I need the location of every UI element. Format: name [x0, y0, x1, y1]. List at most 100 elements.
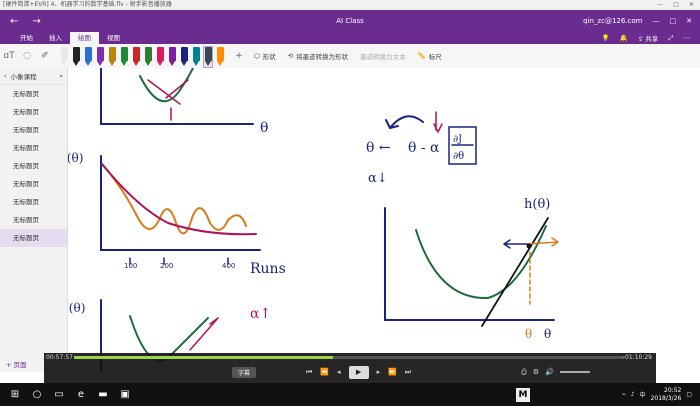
pen-tip [193, 61, 199, 66]
pen-5[interactable] [108, 47, 116, 67]
seek-bar[interactable] [74, 356, 624, 359]
edge-icon[interactable]: e [70, 389, 92, 400]
page-item[interactable]: 无标题页 [0, 229, 67, 247]
pen-tip [169, 61, 175, 66]
ink-to-text-button[interactable]: 墨迹转换为文本 [354, 51, 412, 61]
page-item[interactable]: 无标题页 [0, 121, 67, 139]
page-item[interactable]: 无标题页 [0, 157, 67, 175]
pen-tip [97, 61, 103, 66]
pen-13[interactable] [203, 46, 213, 68]
page-item[interactable]: 无标题页 [0, 139, 67, 157]
pen-gallery [60, 45, 224, 68]
chevron-left-icon[interactable]: ‹ [4, 72, 7, 80]
ime-icon[interactable]: 中 [640, 390, 646, 399]
update-theta-arrow: θ ← [366, 140, 391, 156]
minimize-button[interactable]: — [657, 0, 663, 10]
tab-view[interactable]: 视图 [99, 32, 128, 44]
pen-4[interactable] [96, 47, 104, 67]
more-icon[interactable]: ⋯ [684, 34, 691, 42]
explorer-icon[interactable]: ▬ [92, 389, 114, 400]
pen-6[interactable] [120, 47, 128, 67]
forward-button[interactable]: → [32, 16, 40, 27]
top-left-plot [100, 68, 254, 125]
lightbulb-icon[interactable]: 💡 [602, 34, 610, 42]
step-back-icon[interactable]: ◂ [337, 368, 341, 376]
rewind-icon[interactable]: ⏪ [320, 368, 329, 376]
theta-axis-label: θ [544, 327, 551, 341]
task-view-icon[interactable]: ▭ [48, 389, 70, 400]
eraser-tool-button[interactable]: ✐ [36, 51, 54, 61]
speaker-icon[interactable]: ♪ [631, 391, 635, 398]
pen-11[interactable] [180, 47, 188, 67]
note-canvas[interactable]: θ J(θ) 100 200 400 Runs J(θ) α↑ [68, 68, 700, 372]
type-tool-button[interactable]: ɑT [0, 51, 18, 61]
notebook-name: 小象课程 [10, 73, 37, 81]
search-icon[interactable]: ⌕ [59, 72, 63, 81]
forward-icon[interactable]: ⏩ [388, 368, 397, 376]
pen-12[interactable] [192, 47, 200, 67]
pen-2[interactable] [72, 47, 80, 67]
pen-tip [205, 61, 211, 66]
subtitle-button[interactable]: 字幕 [232, 366, 257, 378]
pen-7[interactable] [132, 47, 140, 67]
page-item[interactable]: 无标题页 [0, 211, 67, 229]
pen-body [192, 47, 200, 61]
expand-icon[interactable]: ⤢ [668, 34, 673, 43]
player-taskbar-icon[interactable]: M [516, 387, 530, 402]
page-item[interactable]: 无标题页 [0, 175, 67, 193]
maximize-button[interactable]: □ [673, 0, 679, 10]
search-taskbar-icon[interactable]: ○ [26, 389, 48, 400]
clock[interactable]: 20:52 2018/3/26 [651, 387, 682, 403]
convert-ink-button[interactable]: ⟲ 将墨迹转换为形状 [282, 51, 354, 61]
prev-chapter-icon[interactable]: ⏮ [306, 368, 312, 377]
page-list: 无标题页 无标题页 无标题页 无标题页 无标题页 无标题页 无标题页 无标题页 无标题页 [0, 85, 67, 247]
volume-slider[interactable] [559, 371, 590, 373]
notebook-header[interactable]: ‹ 小象课程 ⌕ [0, 68, 67, 85]
tab-insert[interactable]: 插入 [41, 32, 70, 44]
page-item[interactable]: 无标题页 [0, 193, 67, 211]
player-title: [硬件简清+EVR] 4、机器学习的数学基础.flv - 射手影音播放器 [3, 1, 172, 8]
close-app-button[interactable]: ✕ [686, 17, 692, 25]
notification-icon[interactable]: ▢ [686, 391, 692, 398]
pen-body [120, 47, 128, 61]
capture-icon[interactable]: ⎙ [521, 368, 527, 377]
settings-icon[interactable]: ⚙ [533, 368, 539, 376]
tab-draw[interactable]: 绘图 [70, 32, 99, 44]
system-tray: ⌁ ♪ 中 20:52 2018/3/26 ▢ [622, 387, 700, 403]
pen-tip [145, 61, 151, 66]
network-icon[interactable]: ⌁ [622, 391, 626, 398]
pen-9[interactable] [156, 47, 164, 67]
windows-start-icon[interactable]: ⊞ [4, 389, 26, 400]
pen-body [168, 47, 176, 61]
add-pen-button[interactable]: + [230, 51, 248, 61]
partial-j: ∂J [453, 134, 462, 145]
shapes-button[interactable]: ⬡ 形状 [248, 51, 282, 61]
theta-label-top: θ [260, 120, 268, 136]
tick-400: 400 [222, 262, 235, 270]
lasso-tool-button[interactable]: ◌ [18, 51, 36, 61]
step-forward-icon[interactable]: ▸ [377, 368, 381, 376]
pen-14[interactable] [216, 47, 224, 67]
page-item[interactable]: 无标题页 [0, 103, 67, 121]
minimize-app-button[interactable]: — [653, 17, 660, 25]
store-icon[interactable]: ▣ [114, 389, 136, 400]
next-chapter-icon[interactable]: ⏭ [405, 368, 411, 377]
pen-10[interactable] [168, 47, 176, 67]
play-button[interactable]: ▶ [348, 365, 369, 379]
pen-3[interactable] [84, 47, 92, 67]
ruler-button[interactable]: 📏 标尺 [412, 51, 448, 61]
share-button[interactable]: ⇪ 共享 [638, 33, 659, 43]
bell-icon[interactable]: 🔔 [620, 34, 628, 42]
pen-8[interactable] [144, 47, 152, 67]
page-item[interactable]: 无标题页 [0, 85, 67, 103]
share-label: 共享 [645, 35, 659, 43]
close-button[interactable]: ✕ [689, 0, 694, 10]
maximize-app-button[interactable]: □ [670, 17, 677, 25]
pen-tip [109, 61, 115, 66]
pen-tip [61, 61, 67, 66]
volume-icon[interactable]: 🔊 [545, 368, 554, 376]
account-name[interactable]: qin_zc@126.com [583, 17, 642, 25]
pen-1[interactable] [60, 47, 68, 67]
back-button[interactable]: ← [10, 16, 18, 27]
tab-home[interactable]: 开始 [12, 32, 41, 44]
